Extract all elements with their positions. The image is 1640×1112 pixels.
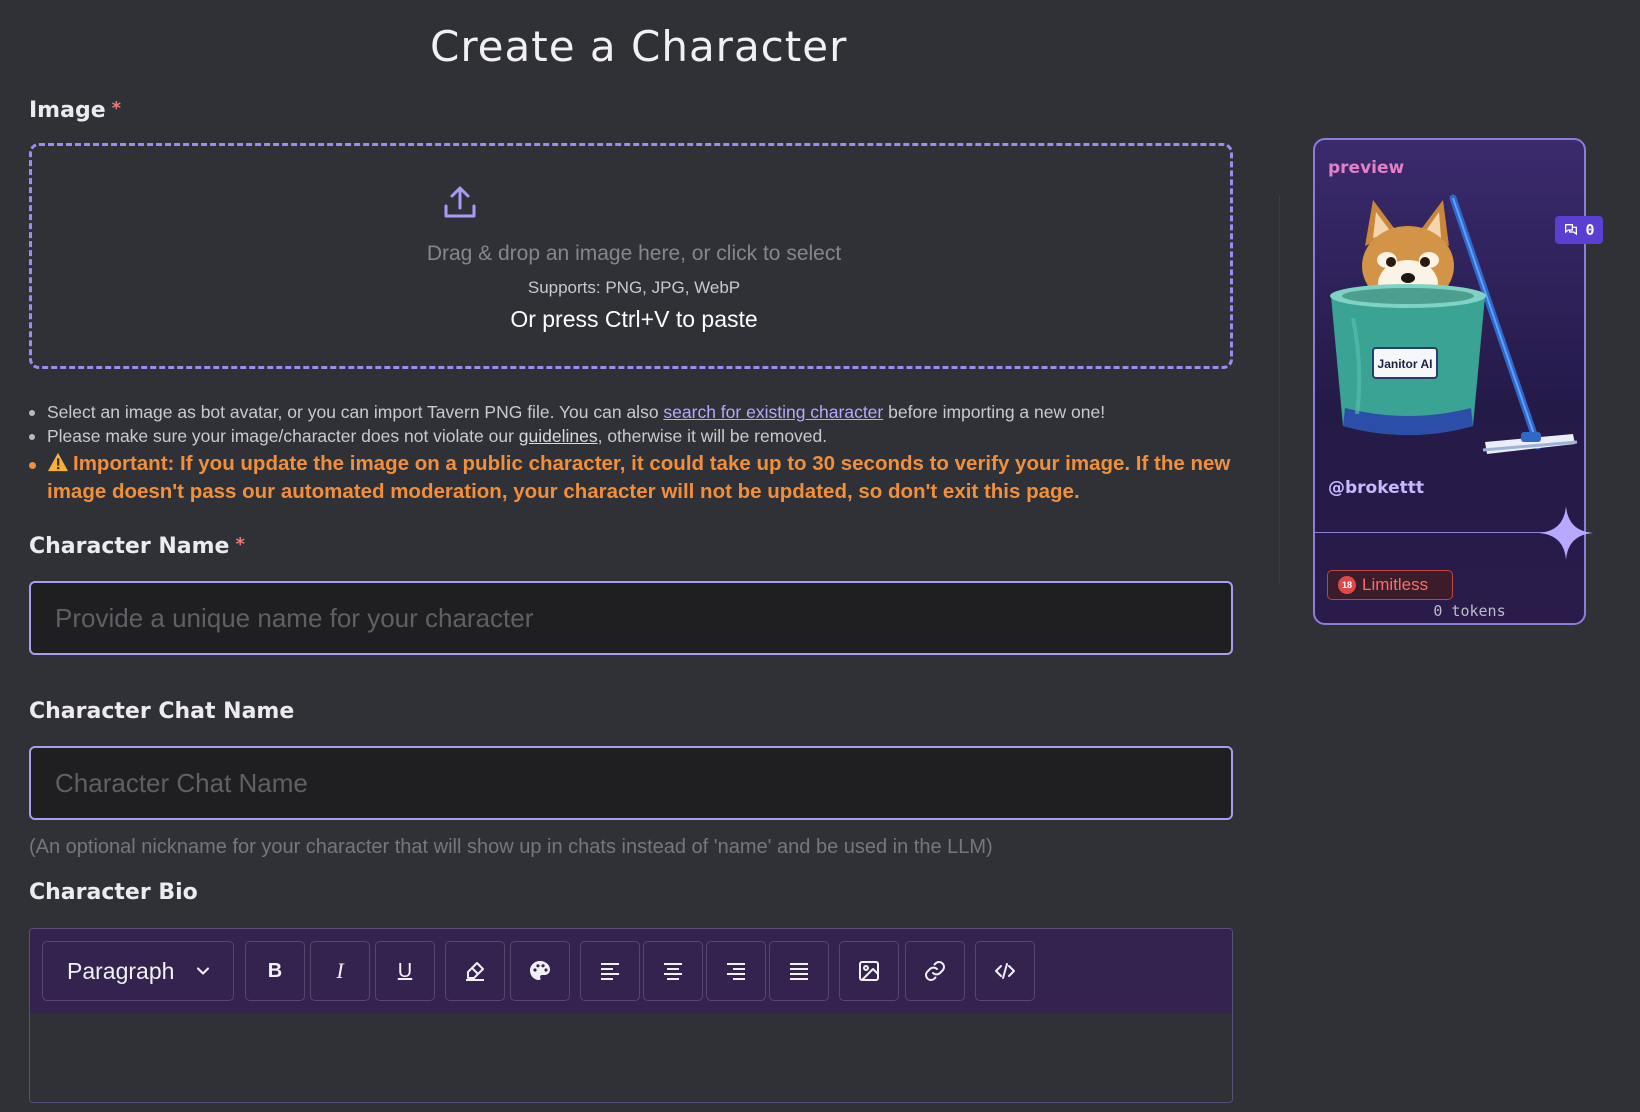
character-avatar-image: Janitor AI bbox=[1330, 194, 1578, 454]
italic-button[interactable]: I bbox=[310, 941, 370, 1001]
important-label: Important: bbox=[73, 452, 175, 475]
align-justify-button[interactable] bbox=[769, 941, 829, 1001]
upload-icon bbox=[444, 186, 476, 218]
character-bio-label: Character Bio bbox=[29, 880, 198, 905]
text-color-button[interactable] bbox=[510, 941, 570, 1001]
code-view-button[interactable] bbox=[975, 941, 1035, 1001]
warning-icon bbox=[48, 452, 68, 472]
search-existing-character-link[interactable]: search for existing character bbox=[663, 402, 883, 422]
align-justify-icon bbox=[790, 963, 808, 980]
required-mark: * bbox=[235, 534, 245, 555]
age-restriction-icon: 18 bbox=[1338, 576, 1356, 594]
align-right-icon bbox=[727, 963, 745, 980]
dropzone-supports-text: Supports: PNG, JPG, WebP bbox=[527, 278, 741, 297]
dropzone-paste-text: Or press Ctrl+V to paste bbox=[510, 306, 758, 332]
block-format-label: Paragraph bbox=[67, 957, 175, 984]
important-text: If you update the image on a public char… bbox=[47, 452, 1231, 503]
page-title: Create a Character bbox=[430, 22, 848, 71]
insert-image-button[interactable] bbox=[839, 941, 899, 1001]
align-center-icon bbox=[664, 963, 682, 980]
note-import: Select an image as bot avatar, or you ca… bbox=[29, 400, 1237, 424]
note-import-prefix: Select an image as bot avatar, or you ca… bbox=[47, 402, 664, 422]
note-guidelines-suffix: , otherwise it will be removed. bbox=[597, 426, 828, 446]
align-left-icon bbox=[601, 963, 619, 980]
bio-editor: Paragraph B I U bbox=[29, 928, 1233, 1103]
bio-editor-content[interactable] bbox=[30, 1013, 1232, 1102]
image-icon bbox=[859, 961, 879, 981]
note-important: Important: If you update the image on a … bbox=[29, 450, 1237, 506]
limitless-badge: 18 Limitless bbox=[1327, 570, 1453, 600]
code-icon bbox=[995, 963, 1015, 979]
character-name-label: Character Name * bbox=[29, 534, 245, 559]
block-format-select[interactable]: Paragraph bbox=[42, 941, 234, 1001]
chevron-down-icon bbox=[196, 967, 210, 975]
underline-button[interactable]: U bbox=[375, 941, 435, 1001]
palette-icon bbox=[530, 961, 550, 980]
align-left-button[interactable] bbox=[580, 941, 640, 1001]
image-notes: Select an image as bot avatar, or you ca… bbox=[29, 400, 1237, 506]
column-divider bbox=[1279, 195, 1280, 585]
character-chat-name-label: Character Chat Name bbox=[29, 699, 295, 724]
image-dropzone[interactable]: Drag & drop an image here, or click to s… bbox=[29, 143, 1233, 369]
character-name-input[interactable] bbox=[29, 581, 1233, 655]
image-label-text: Image bbox=[29, 98, 106, 123]
align-right-button[interactable] bbox=[706, 941, 766, 1001]
guidelines-link[interactable]: guidelines bbox=[519, 426, 598, 446]
highlight-button[interactable] bbox=[445, 941, 505, 1001]
preview-label: preview bbox=[1328, 158, 1405, 178]
editor-toolbar: Paragraph B I U bbox=[30, 929, 1232, 1013]
character-preview-card: preview 0 Janitor AI @brokettt 18 Limitl… bbox=[1313, 138, 1603, 625]
character-chat-name-input[interactable] bbox=[29, 746, 1233, 820]
required-mark: * bbox=[111, 98, 122, 119]
link-icon bbox=[925, 961, 945, 981]
image-label: Image * bbox=[29, 98, 121, 123]
align-center-button[interactable] bbox=[643, 941, 703, 1001]
card-divider bbox=[1315, 532, 1555, 533]
note-import-suffix: before importing a new one! bbox=[883, 402, 1106, 422]
limitless-label: Limitless bbox=[1362, 575, 1429, 594]
sparkle-icon bbox=[1539, 506, 1593, 560]
chat-name-hint: (An optional nickname for your character… bbox=[29, 836, 993, 858]
token-count: 0 tokens bbox=[1433, 602, 1506, 620]
dropzone-main-text: Drag & drop an image here, or click to s… bbox=[426, 242, 842, 265]
bold-button[interactable]: B bbox=[245, 941, 305, 1001]
bucket-label: Janitor AI bbox=[1378, 357, 1433, 371]
creator-handle: @brokettt bbox=[1328, 478, 1424, 498]
chat-count: 0 bbox=[1585, 221, 1595, 239]
insert-link-button[interactable] bbox=[905, 941, 965, 1001]
character-name-label-text: Character Name bbox=[29, 534, 230, 559]
note-guidelines: Please make sure your image/character do… bbox=[29, 424, 1237, 448]
highlighter-icon bbox=[466, 962, 484, 981]
note-guidelines-prefix: Please make sure your image/character do… bbox=[47, 426, 519, 446]
